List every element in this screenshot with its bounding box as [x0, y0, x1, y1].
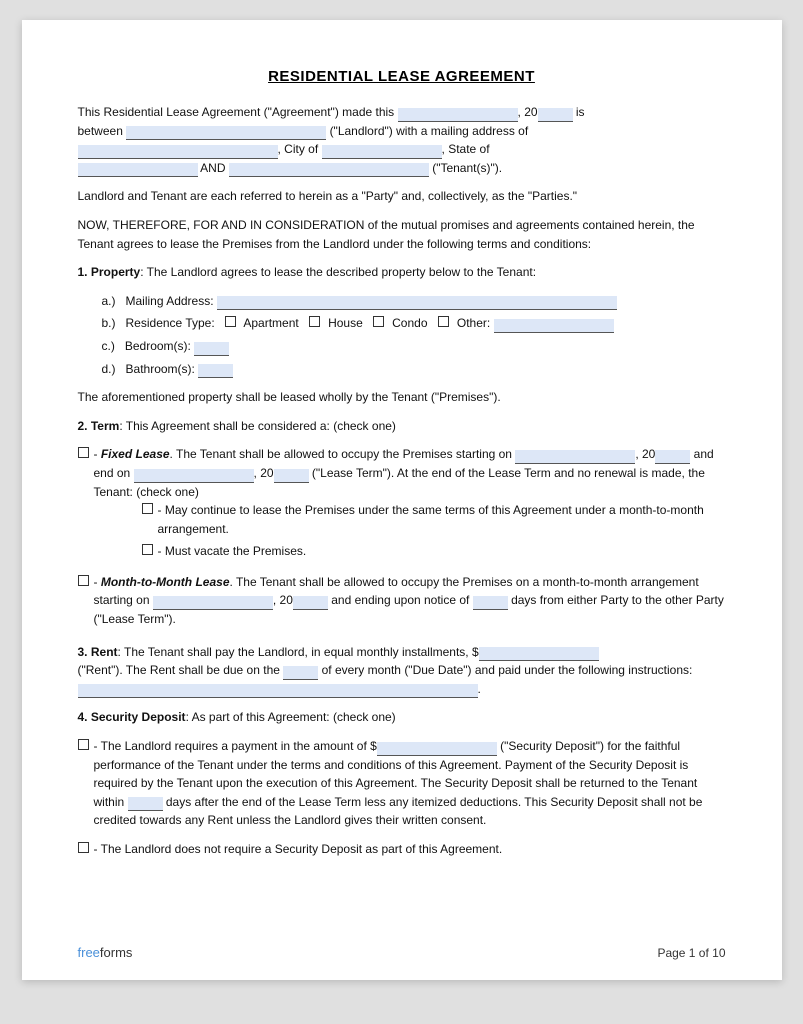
bathrooms-row: d.) Bathroom(s): [102, 360, 726, 379]
date-field[interactable] [398, 108, 518, 122]
continue-lease-option: - May continue to lease the Premises und… [142, 501, 726, 538]
bedrooms-row: c.) Bedroom(s): [102, 337, 726, 356]
house-checkbox[interactable] [309, 316, 320, 327]
apartment-checkbox[interactable] [225, 316, 236, 327]
bathrooms-field[interactable] [198, 364, 233, 378]
residence-type-row: b.) Residence Type: Apartment House Cond… [102, 314, 726, 333]
fixed-lease-checkbox[interactable] [78, 447, 89, 458]
parties-paragraph: Landlord and Tenant are each referred to… [78, 187, 726, 206]
section4-header: 4. Security Deposit: As part of this Agr… [78, 708, 726, 727]
landlord-name-field[interactable] [126, 126, 326, 140]
condo-checkbox[interactable] [373, 316, 384, 327]
no-security-deposit-option: - The Landlord does not require a Securi… [78, 840, 726, 859]
consideration-paragraph: NOW, THEREFORE, FOR AND IN CONSIDERATION… [78, 216, 726, 253]
mtm-year-field[interactable] [293, 596, 328, 610]
end-date-field[interactable] [134, 469, 254, 483]
other-checkbox[interactable] [438, 316, 449, 327]
house-label: House [328, 316, 369, 330]
property-address-field[interactable] [217, 296, 617, 310]
intro-paragraph: This Residential Lease Agreement ("Agree… [78, 103, 726, 177]
document-page: RESIDENTIAL LEASE AGREEMENT This Residen… [22, 20, 782, 980]
bedrooms-field[interactable] [194, 342, 229, 356]
intro-line1: This Residential Lease Agreement ("Agree… [78, 105, 395, 119]
section2-header: 2. Term: This Agreement shall be conside… [78, 417, 726, 436]
start-date-field[interactable] [515, 450, 635, 464]
start-year-field[interactable] [655, 450, 690, 464]
fixed-lease-text: - Fixed Lease. The Tenant shall be allow… [94, 445, 726, 567]
premises-footer: The aforementioned property shall be lea… [78, 388, 726, 407]
vacate-option: - Must vacate the Premises. [142, 542, 726, 561]
return-days-field[interactable] [128, 797, 163, 811]
other-label: Other: [457, 316, 494, 330]
apartment-label: Apartment [243, 316, 305, 330]
section3-header: 3. Rent: The Tenant shall pay the Landlo… [78, 643, 726, 699]
security-deposit-amount-field[interactable] [377, 742, 497, 756]
fixed-lease-option: - Fixed Lease. The Tenant shall be allow… [78, 445, 726, 567]
continue-lease-checkbox[interactable] [142, 503, 153, 514]
payment-instructions-field[interactable] [78, 684, 478, 698]
tenant-name-field[interactable] [229, 163, 429, 177]
freeforms-logo: freeforms [78, 945, 133, 960]
mailing-address-field[interactable] [78, 145, 278, 159]
page-number: Page 1 of 10 [657, 946, 725, 960]
state-field[interactable] [78, 163, 198, 177]
mtm-start-date-field[interactable] [153, 596, 273, 610]
vacate-checkbox[interactable] [142, 544, 153, 555]
page-footer: freeforms Page 1 of 10 [22, 945, 782, 960]
security-deposit-required-checkbox[interactable] [78, 739, 89, 750]
section1-items: a.) Mailing Address: b.) Residence Type:… [78, 292, 726, 378]
condo-label: Condo [392, 316, 434, 330]
due-date-field[interactable] [283, 666, 318, 680]
section1-header: 1. Property: The Landlord agrees to leas… [78, 263, 726, 282]
other-type-field[interactable] [494, 319, 614, 333]
rent-amount-field[interactable] [479, 647, 599, 661]
year-field[interactable] [538, 108, 573, 122]
no-security-deposit-checkbox[interactable] [78, 842, 89, 853]
notice-days-field[interactable] [473, 596, 508, 610]
city-field[interactable] [322, 145, 442, 159]
security-deposit-required-option: - The Landlord requires a payment in the… [78, 737, 726, 830]
month-to-month-option: - Month-to-Month Lease. The Tenant shall… [78, 573, 726, 629]
end-year-field[interactable] [274, 469, 309, 483]
fixed-lease-suboptions: - May continue to lease the Premises und… [94, 501, 726, 561]
month-to-month-checkbox[interactable] [78, 575, 89, 586]
document-title: RESIDENTIAL LEASE AGREEMENT [78, 68, 726, 85]
mailing-address-row: a.) Mailing Address: [102, 292, 726, 311]
